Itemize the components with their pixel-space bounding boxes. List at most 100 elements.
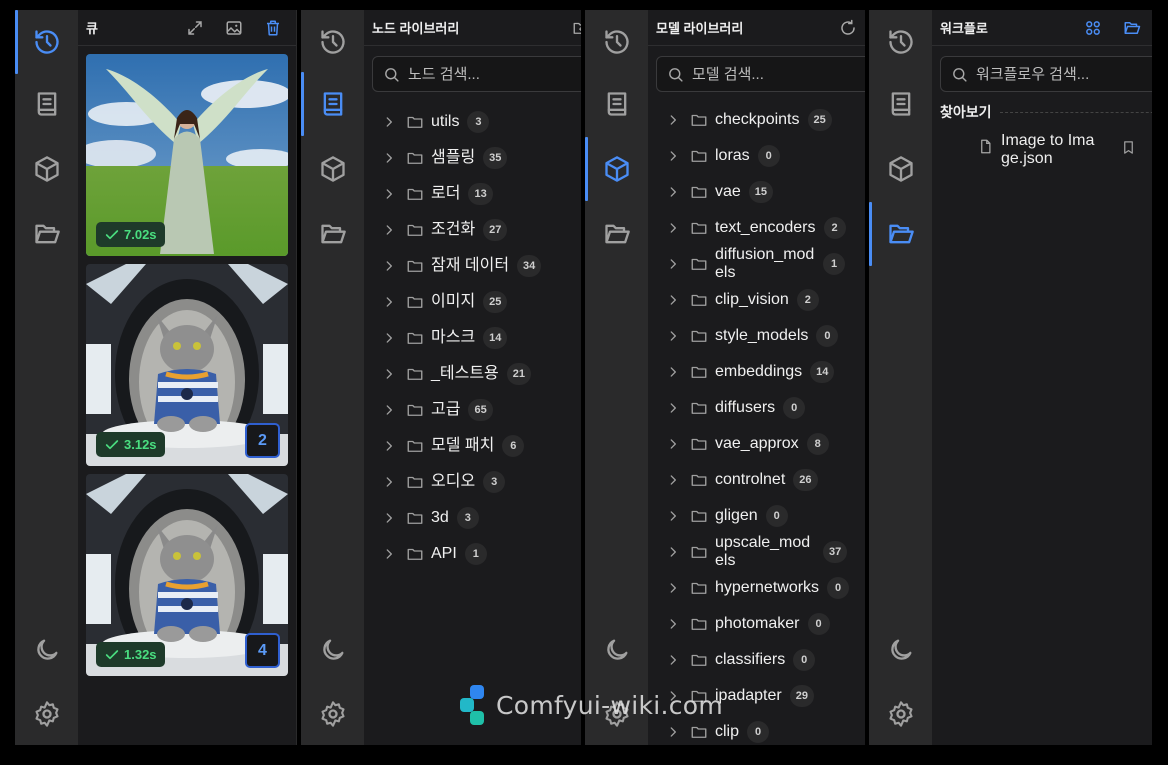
open-workflow-button[interactable] (1117, 13, 1147, 43)
sidebar-item-queue[interactable] (585, 10, 648, 74)
chevron-right-icon[interactable] (382, 223, 396, 237)
refresh-button[interactable] (833, 13, 863, 43)
new-folder-button[interactable] (566, 13, 581, 43)
tree-folder-item[interactable]: 잠재 데이터 34 (364, 248, 581, 284)
chevron-right-icon[interactable] (382, 475, 396, 489)
theme-toggle-button[interactable] (585, 618, 648, 682)
tree-folder-item[interactable]: 고급 65 (364, 392, 581, 428)
theme-toggle-button[interactable] (869, 618, 932, 682)
tree-folder-item[interactable]: utils 3 (364, 104, 581, 140)
chevron-right-icon[interactable] (666, 617, 680, 631)
queue-item[interactable]: 1.32s 4 (86, 474, 288, 676)
sidebar-item-node-library[interactable] (301, 72, 364, 136)
tree-folder-item[interactable]: vae 15 (648, 174, 865, 210)
chevron-right-icon[interactable] (666, 509, 680, 523)
chevron-right-icon[interactable] (666, 437, 680, 451)
sidebar-item-model-library[interactable] (15, 137, 78, 201)
chevron-right-icon[interactable] (382, 295, 396, 309)
chevron-right-icon[interactable] (666, 257, 680, 271)
bookmark-icon[interactable] (1121, 140, 1136, 155)
expand-button[interactable] (180, 13, 210, 43)
chevron-right-icon[interactable] (382, 187, 396, 201)
templates-button[interactable] (1078, 13, 1108, 43)
settings-button[interactable] (869, 682, 932, 745)
chevron-right-icon[interactable] (666, 149, 680, 163)
tree-folder-item[interactable]: 로더 13 (364, 176, 581, 212)
chevron-right-icon[interactable] (666, 545, 680, 559)
image-gallery-button[interactable] (219, 13, 249, 43)
settings-button[interactable] (15, 682, 78, 745)
chevron-right-icon[interactable] (382, 511, 396, 525)
folder-label: 마스크 (431, 329, 476, 346)
sidebar-item-model-library[interactable] (585, 137, 648, 201)
chevron-right-icon[interactable] (666, 365, 680, 379)
tree-folder-item[interactable]: 마스크 14 (364, 320, 581, 356)
theme-toggle-button[interactable] (15, 618, 78, 682)
clear-queue-button[interactable] (258, 13, 288, 43)
chevron-right-icon[interactable] (666, 293, 680, 307)
chevron-right-icon[interactable] (666, 401, 680, 415)
queue-item[interactable]: 7.02s (86, 54, 288, 256)
sidebar-item-queue[interactable] (15, 10, 78, 74)
workflow-file-item[interactable]: Image to Image.json (932, 122, 1152, 168)
chevron-right-icon[interactable] (382, 259, 396, 273)
chevron-right-icon[interactable] (382, 439, 396, 453)
sidebar-item-node-library[interactable] (15, 72, 78, 136)
sidebar-item-workflows[interactable] (15, 202, 78, 266)
tree-folder-item[interactable]: style_models 0 (648, 318, 865, 354)
sidebar-item-workflows[interactable] (301, 202, 364, 266)
tree-folder-item[interactable]: gligen 0 (648, 498, 865, 534)
sidebar-item-workflows[interactable] (869, 202, 932, 266)
tree-folder-item[interactable]: clip_vision 2 (648, 282, 865, 318)
tree-folder-item[interactable]: vae_approx 8 (648, 426, 865, 462)
sidebar-item-node-library[interactable] (585, 72, 648, 136)
theme-toggle-button[interactable] (301, 618, 364, 682)
tree-folder-item[interactable]: 오디오 3 (364, 464, 581, 500)
node-search-input[interactable] (408, 65, 581, 83)
chevron-right-icon[interactable] (382, 151, 396, 165)
tree-folder-item[interactable]: 모델 패치 6 (364, 428, 581, 464)
tree-folder-item[interactable]: diffusion_models 1 (648, 246, 865, 282)
workflow-search-input[interactable] (976, 65, 1152, 83)
chevron-right-icon[interactable] (666, 581, 680, 595)
chevron-right-icon[interactable] (666, 113, 680, 127)
tree-folder-item[interactable]: upscale_models 37 (648, 534, 865, 570)
tree-folder-item[interactable]: 3d 3 (364, 500, 581, 536)
tree-folder-item[interactable]: hypernetworks 0 (648, 570, 865, 606)
model-search-input[interactable] (692, 65, 865, 83)
sidebar-item-node-library[interactable] (869, 72, 932, 136)
sidebar-item-queue[interactable] (869, 10, 932, 74)
sidebar-item-workflows[interactable] (585, 202, 648, 266)
sidebar-item-queue[interactable] (301, 10, 364, 74)
chevron-right-icon[interactable] (382, 403, 396, 417)
chevron-right-icon[interactable] (382, 115, 396, 129)
tree-folder-item[interactable]: _테스트용 21 (364, 356, 581, 392)
tree-folder-item[interactable]: diffusers 0 (648, 390, 865, 426)
tree-folder-item[interactable]: 조건화 27 (364, 212, 581, 248)
chevron-right-icon[interactable] (382, 367, 396, 381)
chevron-right-icon[interactable] (382, 547, 396, 561)
tree-folder-item[interactable]: API 1 (364, 536, 581, 572)
sidebar-item-model-library[interactable] (301, 137, 364, 201)
chevron-right-icon[interactable] (666, 221, 680, 235)
settings-button[interactable] (301, 682, 364, 745)
chevron-right-icon[interactable] (666, 473, 680, 487)
chevron-right-icon[interactable] (666, 329, 680, 343)
chevron-right-icon[interactable] (666, 653, 680, 667)
chevron-right-icon[interactable] (666, 185, 680, 199)
output-count-badge[interactable]: 4 (245, 633, 280, 668)
chevron-right-icon[interactable] (382, 331, 396, 345)
tree-folder-item[interactable]: controlnet 26 (648, 462, 865, 498)
tree-folder-item[interactable]: embeddings 14 (648, 354, 865, 390)
tree-folder-item[interactable]: text_encoders 2 (648, 210, 865, 246)
tree-folder-item[interactable]: photomaker 0 (648, 606, 865, 642)
sidebar-item-model-library[interactable] (869, 137, 932, 201)
queue-item[interactable]: 3.12s 2 (86, 264, 288, 466)
output-count-badge[interactable]: 2 (245, 423, 280, 458)
tree-folder-item[interactable]: loras 0 (648, 138, 865, 174)
tree-folder-item[interactable]: 이미지 25 (364, 284, 581, 320)
tree-folder-item[interactable]: classifiers 0 (648, 642, 865, 678)
chevron-right-icon[interactable] (666, 725, 680, 739)
tree-folder-item[interactable]: checkpoints 25 (648, 102, 865, 138)
tree-folder-item[interactable]: 샘플링 35 (364, 140, 581, 176)
